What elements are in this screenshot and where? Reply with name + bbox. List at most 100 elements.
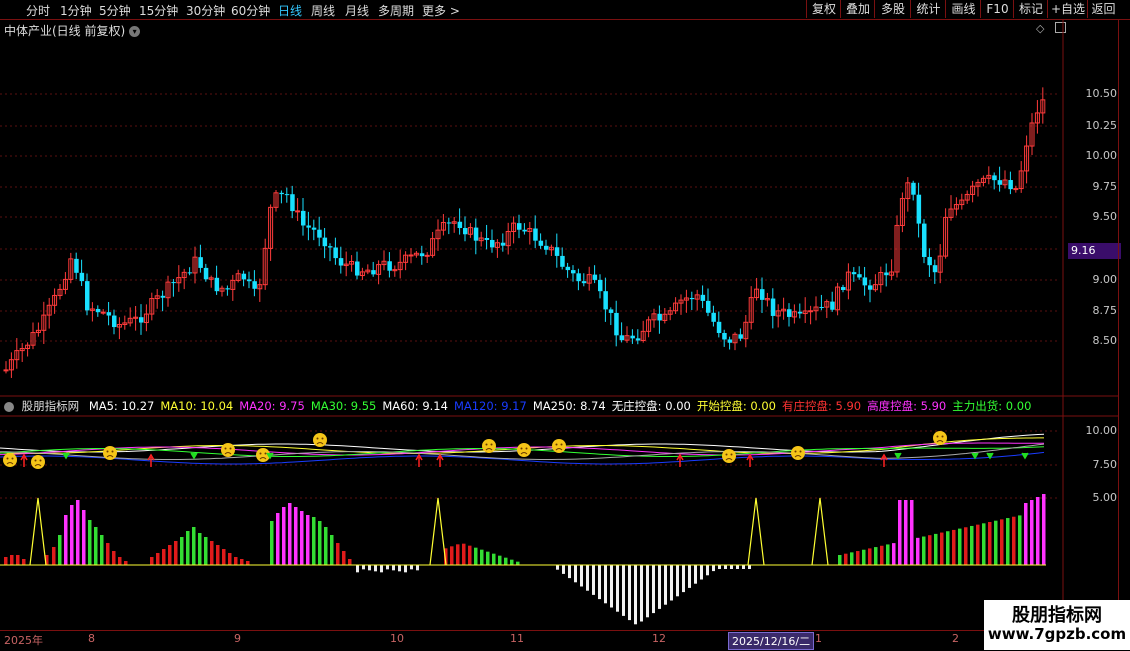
histogram-bar (970, 525, 974, 565)
histogram-bar (958, 528, 962, 565)
toolbar-button[interactable]: 叠加 (840, 0, 875, 18)
histogram-bar (880, 545, 884, 565)
histogram-bar (940, 532, 944, 565)
face-eye (485, 443, 488, 446)
toolbar-button[interactable]: +自选 (1047, 0, 1088, 18)
histogram-bar (682, 565, 685, 593)
candle-body (79, 272, 85, 282)
histogram-bar (1030, 500, 1034, 565)
toolbar-button[interactable]: 统计 (910, 0, 946, 18)
histogram-bar (1000, 519, 1004, 565)
candle-body (538, 240, 544, 246)
histogram-bar (22, 559, 26, 565)
histogram-bar (658, 565, 661, 609)
price-tick: 9.50 (1092, 210, 1118, 223)
histogram-bar (392, 565, 395, 571)
toolbar-button[interactable]: 画线 (945, 0, 981, 18)
histogram-bar (610, 565, 613, 608)
toolbar-button[interactable]: 复权 (806, 0, 841, 18)
candle-body (333, 247, 338, 259)
histogram-bar (462, 543, 466, 565)
toolbar-button[interactable]: F10 (980, 0, 1014, 18)
period-tab[interactable]: 日线 (278, 2, 302, 19)
candle-body (554, 247, 560, 256)
date-tick: 2 (952, 632, 959, 645)
histogram-bar (892, 543, 896, 565)
histogram-bar (922, 536, 926, 565)
histogram-bar (988, 522, 992, 565)
period-tab[interactable]: 5分钟 (99, 2, 131, 19)
candle-body (100, 311, 106, 314)
histogram-bar (568, 565, 571, 579)
histogram-bar (246, 561, 250, 565)
histogram-bar (288, 503, 292, 565)
date-tick: 8 (88, 632, 95, 645)
indicator-toggle-icon[interactable] (4, 401, 14, 412)
toolbar-button[interactable]: 返回 (1087, 0, 1119, 18)
period-tab[interactable]: 多周期 (378, 2, 414, 19)
period-tab[interactable]: 15分钟 (139, 2, 178, 19)
indicator-tick: 10.00 (1085, 424, 1118, 437)
histogram-bar (646, 565, 649, 618)
indicator-value: 主力出货: 0.00 (952, 399, 1032, 413)
histogram-bar (306, 515, 310, 565)
histogram-bar (228, 553, 232, 565)
histogram-bar (586, 565, 589, 591)
candle-body (419, 253, 425, 257)
histogram-bar (112, 551, 116, 565)
period-tab[interactable]: 30分钟 (186, 2, 225, 19)
histogram-bar (198, 533, 202, 565)
histogram-bar (604, 565, 607, 604)
histogram-bar (4, 557, 8, 565)
histogram-bar (562, 565, 565, 574)
histogram-bar (330, 535, 334, 565)
period-tab[interactable]: 周线 (311, 2, 335, 19)
histogram-bar (94, 527, 98, 565)
histogram-bar (82, 510, 86, 565)
histogram-bar (362, 565, 365, 570)
histogram-bar (118, 557, 122, 565)
toolbar-button[interactable]: 多股 (874, 0, 911, 18)
histogram-bar (76, 500, 80, 565)
period-tab[interactable]: 月线 (345, 2, 369, 19)
down-arrow-icon (190, 452, 198, 460)
indicator-name[interactable]: 股朋指标网 (22, 399, 80, 413)
date-tick: 1 (815, 632, 822, 645)
price-tick: 10.00 (1085, 149, 1118, 162)
indicator-value: MA20: 9.75 (239, 399, 305, 413)
candle-body (760, 289, 765, 300)
histogram-bar (168, 545, 172, 565)
histogram-bar (88, 520, 92, 565)
kline-chart[interactable] (0, 20, 1118, 630)
candle-body (657, 313, 662, 321)
histogram-bar (186, 531, 190, 565)
period-tab[interactable]: 60分钟 (231, 2, 270, 19)
candle-body (911, 182, 916, 195)
histogram-bar (1024, 503, 1028, 565)
histogram-bar (574, 565, 577, 583)
indicator-value: 开始控盘: 0.00 (696, 399, 776, 413)
candle-body (301, 210, 306, 226)
candle-body (225, 288, 230, 290)
price-tick: 8.75 (1092, 304, 1118, 317)
histogram-bar (294, 507, 298, 565)
face-eye (259, 452, 262, 455)
histogram-bar (312, 517, 316, 565)
histogram-bar (580, 565, 583, 587)
period-tab[interactable]: 1分钟 (60, 2, 92, 19)
histogram-bar (742, 565, 745, 569)
toolbar-button[interactable]: 标记 (1013, 0, 1048, 18)
period-tab[interactable]: 更多 > (422, 2, 460, 19)
down-arrow-icon (971, 452, 979, 460)
face-icon (31, 455, 45, 469)
candle-body (74, 258, 79, 273)
candle-body (716, 321, 722, 333)
histogram-bar (398, 565, 401, 572)
candle-body (187, 272, 193, 274)
down-arrow-icon (1021, 452, 1029, 460)
candle-body (608, 309, 614, 313)
histogram-bar (234, 557, 238, 565)
period-tab[interactable]: 分时 (26, 2, 50, 19)
candle-body (635, 338, 641, 341)
face-eye (730, 453, 733, 456)
